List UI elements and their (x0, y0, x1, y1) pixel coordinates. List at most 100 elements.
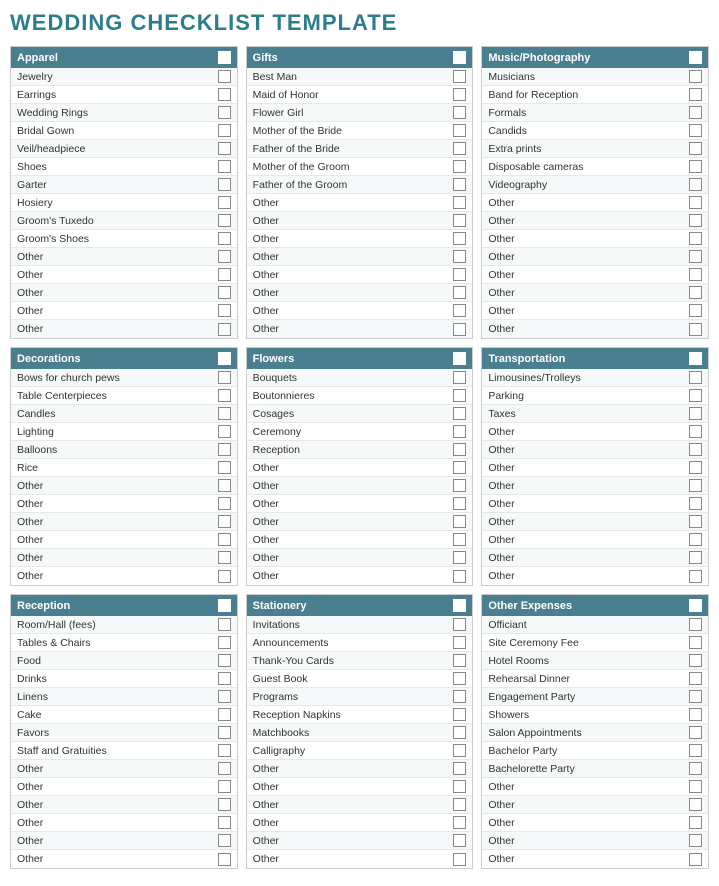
item-checkbox[interactable] (218, 780, 231, 793)
item-checkbox[interactable] (689, 286, 702, 299)
item-checkbox[interactable] (689, 690, 702, 703)
item-checkbox[interactable] (218, 853, 231, 866)
item-checkbox[interactable] (218, 816, 231, 829)
item-checkbox[interactable] (453, 618, 466, 631)
item-checkbox[interactable] (689, 461, 702, 474)
item-checkbox[interactable] (218, 70, 231, 83)
section-checkbox-music-photography[interactable] (689, 51, 702, 64)
item-checkbox[interactable] (689, 124, 702, 137)
item-checkbox[interactable] (453, 654, 466, 667)
section-checkbox-stationery[interactable] (453, 599, 466, 612)
item-checkbox[interactable] (689, 570, 702, 583)
item-checkbox[interactable] (453, 70, 466, 83)
item-checkbox[interactable] (453, 323, 466, 336)
item-checkbox[interactable] (453, 798, 466, 811)
item-checkbox[interactable] (689, 762, 702, 775)
section-checkbox-reception[interactable] (218, 599, 231, 612)
item-checkbox[interactable] (689, 70, 702, 83)
item-checkbox[interactable] (689, 726, 702, 739)
item-checkbox[interactable] (453, 178, 466, 191)
item-checkbox[interactable] (453, 268, 466, 281)
item-checkbox[interactable] (218, 389, 231, 402)
section-checkbox-apparel[interactable] (218, 51, 231, 64)
item-checkbox[interactable] (453, 551, 466, 564)
item-checkbox[interactable] (689, 371, 702, 384)
item-checkbox[interactable] (453, 389, 466, 402)
item-checkbox[interactable] (218, 636, 231, 649)
item-checkbox[interactable] (689, 533, 702, 546)
item-checkbox[interactable] (453, 371, 466, 384)
item-checkbox[interactable] (689, 834, 702, 847)
item-checkbox[interactable] (218, 425, 231, 438)
item-checkbox[interactable] (689, 744, 702, 757)
item-checkbox[interactable] (689, 323, 702, 336)
item-checkbox[interactable] (218, 654, 231, 667)
item-checkbox[interactable] (689, 636, 702, 649)
item-checkbox[interactable] (218, 443, 231, 456)
item-checkbox[interactable] (218, 286, 231, 299)
item-checkbox[interactable] (218, 142, 231, 155)
item-checkbox[interactable] (453, 834, 466, 847)
item-checkbox[interactable] (218, 479, 231, 492)
item-checkbox[interactable] (218, 371, 231, 384)
item-checkbox[interactable] (689, 497, 702, 510)
item-checkbox[interactable] (689, 443, 702, 456)
section-checkbox-transportation[interactable] (689, 352, 702, 365)
item-checkbox[interactable] (453, 407, 466, 420)
section-checkbox-other-expenses[interactable] (689, 599, 702, 612)
item-checkbox[interactable] (689, 515, 702, 528)
item-checkbox[interactable] (689, 816, 702, 829)
item-checkbox[interactable] (689, 551, 702, 564)
item-checkbox[interactable] (689, 268, 702, 281)
item-checkbox[interactable] (689, 618, 702, 631)
item-checkbox[interactable] (218, 515, 231, 528)
item-checkbox[interactable] (453, 533, 466, 546)
item-checkbox[interactable] (453, 214, 466, 227)
item-checkbox[interactable] (689, 407, 702, 420)
item-checkbox[interactable] (453, 196, 466, 209)
item-checkbox[interactable] (218, 533, 231, 546)
item-checkbox[interactable] (453, 425, 466, 438)
item-checkbox[interactable] (218, 497, 231, 510)
item-checkbox[interactable] (218, 407, 231, 420)
item-checkbox[interactable] (689, 106, 702, 119)
item-checkbox[interactable] (453, 497, 466, 510)
item-checkbox[interactable] (453, 726, 466, 739)
item-checkbox[interactable] (453, 250, 466, 263)
item-checkbox[interactable] (218, 323, 231, 336)
item-checkbox[interactable] (453, 515, 466, 528)
item-checkbox[interactable] (453, 570, 466, 583)
item-checkbox[interactable] (689, 214, 702, 227)
item-checkbox[interactable] (453, 124, 466, 137)
item-checkbox[interactable] (218, 232, 231, 245)
item-checkbox[interactable] (453, 286, 466, 299)
item-checkbox[interactable] (453, 708, 466, 721)
item-checkbox[interactable] (453, 479, 466, 492)
item-checkbox[interactable] (689, 304, 702, 317)
item-checkbox[interactable] (689, 160, 702, 173)
item-checkbox[interactable] (218, 304, 231, 317)
item-checkbox[interactable] (218, 726, 231, 739)
item-checkbox[interactable] (689, 654, 702, 667)
item-checkbox[interactable] (218, 570, 231, 583)
item-checkbox[interactable] (453, 780, 466, 793)
item-checkbox[interactable] (218, 178, 231, 191)
item-checkbox[interactable] (689, 780, 702, 793)
item-checkbox[interactable] (453, 762, 466, 775)
item-checkbox[interactable] (218, 551, 231, 564)
item-checkbox[interactable] (453, 160, 466, 173)
section-checkbox-gifts[interactable] (453, 51, 466, 64)
item-checkbox[interactable] (689, 196, 702, 209)
item-checkbox[interactable] (218, 214, 231, 227)
item-checkbox[interactable] (689, 88, 702, 101)
item-checkbox[interactable] (218, 160, 231, 173)
item-checkbox[interactable] (218, 106, 231, 119)
item-checkbox[interactable] (218, 461, 231, 474)
item-checkbox[interactable] (689, 232, 702, 245)
item-checkbox[interactable] (689, 389, 702, 402)
item-checkbox[interactable] (453, 690, 466, 703)
item-checkbox[interactable] (453, 636, 466, 649)
item-checkbox[interactable] (453, 142, 466, 155)
item-checkbox[interactable] (453, 816, 466, 829)
item-checkbox[interactable] (218, 672, 231, 685)
